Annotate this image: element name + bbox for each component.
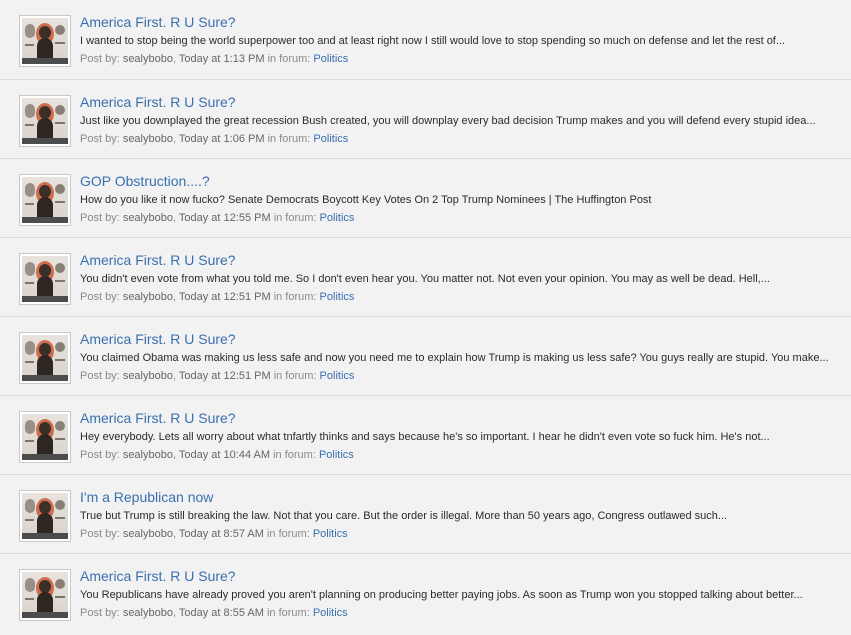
result-meta: Post by: sealybobo, Today at 12:51 PM in… [80, 370, 355, 382]
author-link[interactable]: sealybobo [123, 449, 173, 461]
search-result-item: America First. R U Sure? Just like you d… [0, 79, 851, 158]
search-result-item: I'm a Republican now True but Trump is s… [0, 474, 851, 553]
post-by-label: Post by: [80, 133, 120, 145]
result-snippet: Just like you downplayed the great reces… [80, 115, 816, 127]
avatar-image [22, 256, 68, 302]
search-result-item: America First. R U Sure? I wanted to sto… [0, 0, 851, 79]
result-meta: Post by: sealybobo, Today at 1:06 PM in … [80, 133, 349, 145]
in-forum-label: in forum: [267, 53, 311, 65]
user-avatar[interactable] [19, 411, 71, 463]
forum-link[interactable]: Politics [313, 53, 348, 65]
forum-link[interactable]: Politics [320, 212, 355, 224]
post-by-label: Post by: [80, 370, 120, 382]
search-result-item: America First. R U Sure? You didn't even… [0, 237, 851, 316]
result-title-link[interactable]: I'm a Republican now [80, 488, 213, 506]
post-time-link[interactable]: Today at 8:57 AM [179, 528, 264, 540]
search-result-item: America First. R U Sure? You Republicans… [0, 553, 851, 632]
search-results-list: America First. R U Sure? I wanted to sto… [0, 0, 851, 635]
post-time-link[interactable]: Today at 1:13 PM [179, 53, 265, 65]
result-meta: Post by: sealybobo, Today at 8:55 AM in … [80, 607, 348, 619]
avatar-image [22, 335, 68, 381]
result-meta: Post by: sealybobo, Today at 12:55 PM in… [80, 212, 355, 224]
result-snippet: I wanted to stop being the world superpo… [80, 35, 786, 47]
forum-link[interactable]: Politics [313, 528, 348, 540]
forum-link[interactable]: Politics [320, 370, 355, 382]
user-avatar[interactable] [19, 95, 71, 147]
avatar-image [22, 177, 68, 223]
author-link[interactable]: sealybobo [123, 528, 173, 540]
user-avatar[interactable] [19, 332, 71, 384]
in-forum-label: in forum: [266, 528, 310, 540]
result-title-link[interactable]: America First. R U Sure? [80, 93, 236, 111]
forum-link[interactable]: Politics [319, 449, 354, 461]
forum-link[interactable]: Politics [313, 607, 348, 619]
forum-link[interactable]: Politics [320, 291, 355, 303]
post-by-label: Post by: [80, 449, 120, 461]
post-time-link[interactable]: Today at 12:51 PM [179, 370, 271, 382]
in-forum-label: in forum: [273, 291, 317, 303]
search-result-item: GOP Obstruction....? How do you like it … [0, 158, 851, 237]
author-link[interactable]: sealybobo [123, 212, 173, 224]
avatar-image [22, 493, 68, 539]
author-link[interactable]: sealybobo [123, 370, 173, 382]
result-snippet: You Republicans have already proved you … [80, 589, 803, 601]
user-avatar[interactable] [19, 490, 71, 542]
in-forum-label: in forum: [273, 370, 317, 382]
result-title-link[interactable]: America First. R U Sure? [80, 567, 236, 585]
user-avatar[interactable] [19, 569, 71, 621]
result-snippet: True but Trump is still breaking the law… [80, 510, 728, 522]
result-meta: Post by: sealybobo, Today at 12:51 PM in… [80, 291, 355, 303]
result-title-link[interactable]: America First. R U Sure? [80, 330, 236, 348]
in-forum-label: in forum: [267, 133, 311, 145]
search-result-item: America First. R U Sure? You claimed Oba… [0, 316, 851, 395]
result-title-link[interactable]: America First. R U Sure? [80, 251, 236, 269]
post-by-label: Post by: [80, 212, 120, 224]
avatar-image [22, 572, 68, 618]
forum-link[interactable]: Politics [313, 133, 348, 145]
result-meta: Post by: sealybobo, Today at 8:57 AM in … [80, 528, 348, 540]
result-snippet: Hey everybody. Lets all worry about what… [80, 431, 770, 443]
result-snippet: How do you like it now fucko? Senate Dem… [80, 194, 652, 206]
avatar-image [22, 98, 68, 144]
post-by-label: Post by: [80, 291, 120, 303]
post-by-label: Post by: [80, 53, 120, 65]
post-time-link[interactable]: Today at 12:55 PM [179, 212, 271, 224]
author-link[interactable]: sealybobo [123, 291, 173, 303]
post-time-link[interactable]: Today at 8:55 AM [179, 607, 264, 619]
result-title-link[interactable]: America First. R U Sure? [80, 13, 236, 31]
result-meta: Post by: sealybobo, Today at 10:44 AM in… [80, 449, 354, 461]
result-title-link[interactable]: GOP Obstruction....? [80, 172, 210, 190]
avatar-image [22, 414, 68, 460]
post-time-link[interactable]: Today at 12:51 PM [179, 291, 271, 303]
user-avatar[interactable] [19, 174, 71, 226]
post-time-link[interactable]: Today at 10:44 AM [179, 449, 270, 461]
author-link[interactable]: sealybobo [123, 53, 173, 65]
post-by-label: Post by: [80, 528, 120, 540]
user-avatar[interactable] [19, 15, 71, 67]
result-meta: Post by: sealybobo, Today at 1:13 PM in … [80, 53, 349, 65]
in-forum-label: in forum: [273, 212, 317, 224]
post-time-link[interactable]: Today at 1:06 PM [179, 133, 265, 145]
result-title-link[interactable]: America First. R U Sure? [80, 409, 236, 427]
user-avatar[interactable] [19, 253, 71, 305]
search-result-item: America First. R U Sure? Hey everybody. … [0, 395, 851, 474]
in-forum-label: in forum: [266, 607, 310, 619]
result-snippet: You claimed Obama was making us less saf… [80, 352, 829, 364]
avatar-image [22, 18, 68, 64]
result-snippet: You didn't even vote from what you told … [80, 273, 770, 285]
in-forum-label: in forum: [273, 449, 316, 461]
author-link[interactable]: sealybobo [123, 607, 173, 619]
post-by-label: Post by: [80, 607, 120, 619]
author-link[interactable]: sealybobo [123, 133, 173, 145]
